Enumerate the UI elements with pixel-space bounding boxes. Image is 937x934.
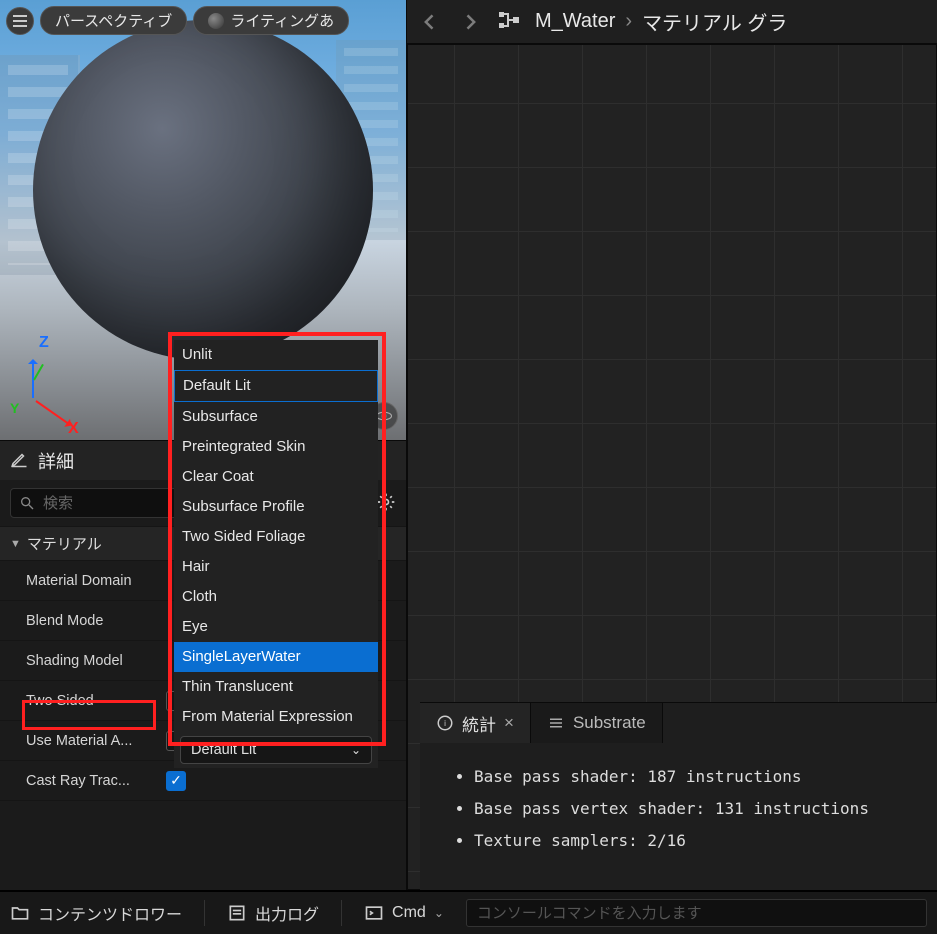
dropdown-option[interactable]: Clear Coat [174,462,378,492]
stats-icon: i [436,714,454,732]
breadcrumb-item[interactable]: M_Water [535,10,615,33]
details-panel-title: 詳細 [38,448,74,474]
shading-model-select[interactable]: Default Lit ⌄ [180,736,372,764]
stats-line: Texture samplers: 2/16 [474,825,901,857]
axis-y-line [33,364,44,381]
stats-line: Base pass shader: 187 instructions [474,761,901,793]
dropdown-option[interactable]: SingleLayerWater [174,642,378,672]
dropdown-option[interactable]: Hair [174,552,378,582]
label-blend-mode: Blend Mode [26,613,166,629]
lighting-label: ライティングあ [230,10,334,31]
chevron-down-icon: ⌄ [434,906,444,920]
svg-text:i: i [444,719,446,728]
label-cast-ray: Cast Ray Trac... [26,773,166,789]
dropdown-option[interactable]: Two Sided Foliage [174,522,378,552]
viewport-overlay: パースペクティブ ライティングあ [6,6,349,35]
bottom-bar: コンテンツドロワー 出力ログ Cmd ⌄ [0,890,937,934]
content-drawer-label: コンテンツドロワー [38,901,182,925]
list-icon [547,714,565,732]
material-section-label: マテリアル [27,533,102,554]
console-command-box[interactable] [466,899,927,927]
terminal-icon [364,903,384,923]
dropdown-option[interactable]: Cloth [174,582,378,612]
axis-z-label: Z [39,334,49,352]
details-icon [10,450,28,471]
dropdown-option[interactable]: From Material Expression [174,702,378,732]
shading-model-dropdown[interactable]: UnlitDefault LitSubsurfacePreintegrated … [174,340,378,768]
tab-stats-close[interactable]: × [504,713,514,733]
output-log-label: 出力ログ [255,901,319,925]
checkbox-cast-ray[interactable] [166,771,186,791]
graph-icon [497,8,521,35]
folder-icon [10,903,30,923]
dropdown-option[interactable]: Eye [174,612,378,642]
tab-substrate[interactable]: Substrate [531,703,663,743]
graph-breadcrumb: M_Water › マテリアル グラ [535,7,787,36]
label-use-material: Use Material A... [26,733,166,749]
divider [341,900,342,926]
axis-gizmo: Z X Y [14,356,74,416]
dropdown-option[interactable]: Thin Translucent [174,672,378,702]
perspective-label: パースペクティブ [55,10,172,31]
expand-icon: ▼ [10,538,21,550]
sphere-icon [208,13,224,29]
dropdown-option[interactable]: Subsurface Profile [174,492,378,522]
viewport-menu-button[interactable] [6,7,34,35]
shading-model-selected-label: Default Lit [191,742,256,758]
stats-panel: i 統計 × Substrate Base pass shader: 187 i… [420,702,937,890]
breadcrumb-sep-icon: › [625,10,632,33]
preview-sphere [33,20,373,360]
tab-stats[interactable]: i 統計 × [420,703,531,743]
graph-toolbar: M_Water › マテリアル グラ [407,0,937,44]
breadcrumb-tail: マテリアル グラ [642,7,787,36]
output-log-button[interactable]: 出力ログ [227,901,319,925]
label-material-domain: Material Domain [26,573,166,589]
dropdown-option[interactable]: Unlit [174,340,378,370]
stats-tab-row: i 統計 × Substrate [420,703,937,743]
label-shading-model: Shading Model [26,653,166,669]
divider [204,900,205,926]
stats-body: Base pass shader: 187 instructionsBase p… [420,743,937,875]
label-two-sided: Two Sided [26,693,166,709]
dropdown-option[interactable]: Preintegrated Skin [174,432,378,462]
console-command-input[interactable] [477,905,916,922]
tab-stats-label: 統計 [462,711,496,736]
dropdown-option[interactable]: Subsurface [174,402,378,432]
content-drawer-button[interactable]: コンテンツドロワー [10,901,182,925]
axis-x-line [35,400,69,425]
dropdown-option[interactable]: Default Lit [174,370,378,402]
search-icon [19,495,35,511]
axis-x-label: X [68,420,79,438]
cmd-dropdown[interactable]: Cmd ⌄ [364,903,444,923]
axis-y-label: Y [10,400,19,416]
nav-forward-button[interactable] [457,9,483,35]
tab-substrate-label: Substrate [573,713,646,733]
log-icon [227,903,247,923]
stats-line: Base pass vertex shader: 131 instruction… [474,793,901,825]
chevron-down-icon: ⌄ [351,743,361,757]
cmd-label: Cmd [392,904,426,922]
nav-back-button[interactable] [417,9,443,35]
lighting-button[interactable]: ライティングあ [193,6,349,35]
perspective-button[interactable]: パースペクティブ [40,6,187,35]
details-settings-button[interactable] [376,492,396,515]
